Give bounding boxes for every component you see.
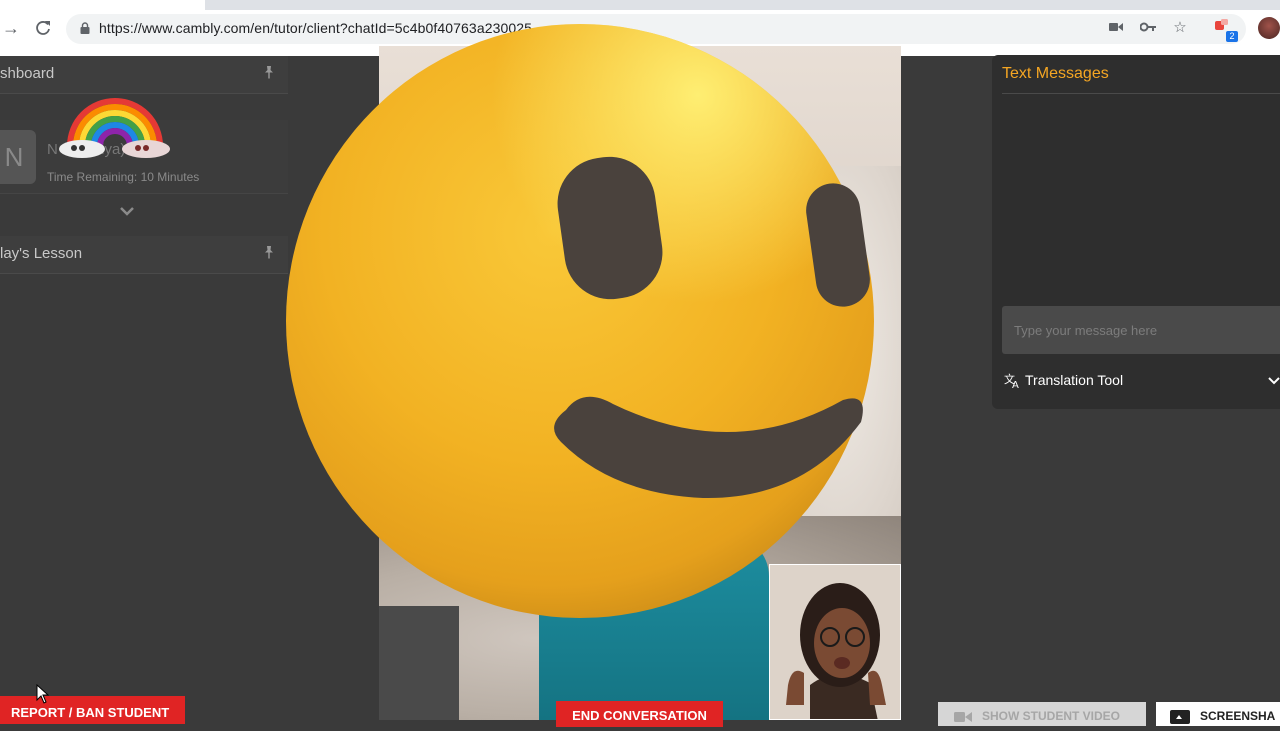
screenshot-label: SCREENSHA xyxy=(1200,709,1276,723)
svg-text:A: A xyxy=(1012,380,1019,389)
tutor-self-video xyxy=(769,564,901,720)
chevron-down-icon[interactable] xyxy=(118,204,136,218)
message-input[interactable] xyxy=(1002,306,1280,354)
translate-icon: 文 A xyxy=(1004,372,1019,389)
pin-icon[interactable] xyxy=(262,65,278,81)
translation-tool-label: Translation Tool xyxy=(1025,372,1124,388)
panel-divider xyxy=(1002,93,1280,94)
chevron-down-icon[interactable] xyxy=(1268,376,1280,386)
lesson-header[interactable]: lay's Lesson xyxy=(0,236,288,274)
reload-icon[interactable] xyxy=(32,17,54,39)
lesson-title: lay's Lesson xyxy=(0,245,83,262)
text-messages-title: Text Messages xyxy=(1002,65,1109,82)
dashboard-title: shboard xyxy=(0,65,55,82)
show-student-video-label: SHOW STUDENT VIDEO xyxy=(982,709,1121,723)
video-camera-icon xyxy=(954,712,972,722)
screenshot-button[interactable]: SCREENSHA xyxy=(1156,702,1280,726)
left-panel: shboard N N ality aiya) Time Remaining: … xyxy=(0,56,290,724)
profile-avatar[interactable] xyxy=(1258,17,1280,39)
extension-badge: 2 xyxy=(1226,31,1238,42)
end-conversation-button[interactable]: END CONVERSATION xyxy=(556,701,723,727)
screenshot-icon xyxy=(1170,710,1190,724)
time-remaining: Time Remaining: 10 Minutes xyxy=(47,170,200,184)
text-messages-panel: Text Messages 文 A Translation Tool xyxy=(992,55,1280,409)
bookmark-star-icon[interactable]: ☆ xyxy=(1170,18,1190,38)
camera-icon[interactable] xyxy=(1106,18,1126,38)
translation-tool-toggle[interactable]: 文 A Translation Tool xyxy=(1004,371,1280,393)
forward-icon[interactable]: → xyxy=(0,17,22,39)
rainbow-sticker-icon xyxy=(59,98,170,158)
active-tab[interactable] xyxy=(0,0,205,10)
lock-icon xyxy=(80,22,90,34)
student-avatar: N xyxy=(0,130,36,184)
mouse-cursor-icon xyxy=(36,684,50,704)
video-shadow xyxy=(379,606,459,720)
pin-icon[interactable] xyxy=(262,245,278,261)
smiley-face-filter-icon xyxy=(286,24,874,618)
tutor-portrait xyxy=(770,565,900,719)
show-student-video-button[interactable]: SHOW STUDENT VIDEO xyxy=(938,702,1146,726)
dashboard-header[interactable]: shboard xyxy=(0,56,288,94)
tab-strip xyxy=(0,0,1280,10)
key-icon[interactable] xyxy=(1138,18,1158,38)
